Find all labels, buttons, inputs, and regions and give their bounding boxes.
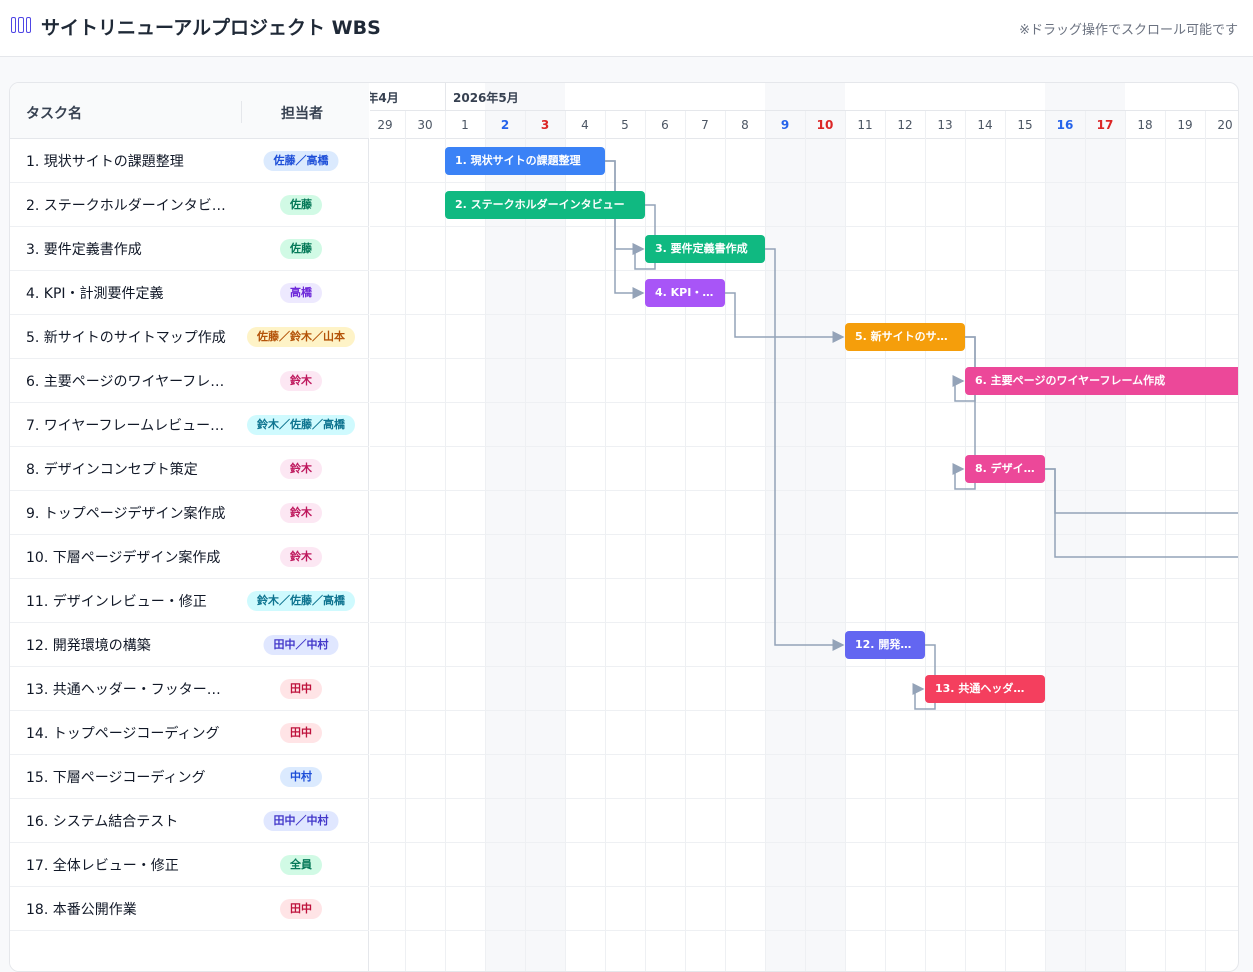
task-name: 1. 現状サイトの課題整理 xyxy=(26,154,184,170)
task-name: 7. ワイヤーフレームレビュー… xyxy=(26,418,225,434)
task-list: タスク名 担当者 1. 現状サイトの課題整理 佐藤／高橋 2. ステークホルダーイン… xyxy=(10,83,369,971)
task-row[interactable]: 15. 下層ページコーディング 中村 xyxy=(10,755,369,799)
task-name: 15. 下層ページコーディング xyxy=(26,770,206,786)
task-name: 8. デザインコンセプト策定 xyxy=(26,462,198,478)
dependency-arrow xyxy=(1045,468,1238,514)
task-bar[interactable]: 1. 現状サイトの課題整理 xyxy=(445,147,605,175)
task-row[interactable]: 16. システム結合テスト 田中／中村 xyxy=(10,799,369,843)
owner-badge: 田中／中村 xyxy=(263,811,339,831)
owner-badge: 高橋 xyxy=(280,283,322,303)
dependency-arrow xyxy=(725,292,845,343)
task-bar[interactable]: 8. デザイ… xyxy=(965,455,1045,483)
task-bar[interactable]: 6. 主要ページのワイヤーフレーム作成 xyxy=(965,367,1238,395)
task-list-header: タスク名 担当者 xyxy=(10,83,369,139)
page-title: サイトリニューアルプロジェクト WBS xyxy=(41,17,381,39)
owner-badge: 鈴木 xyxy=(280,503,322,523)
task-row[interactable]: 1. 現状サイトの課題整理 佐藤／高橋 xyxy=(10,139,369,183)
task-row[interactable]: 18. 本番公開作業 田中 xyxy=(10,887,369,931)
task-row[interactable]: 2. ステークホルダーインタビ… 佐藤 xyxy=(10,183,369,227)
task-row[interactable]: 3. 要件定義書作成 佐藤 xyxy=(10,227,369,271)
task-name: 5. 新サイトのサイトマップ作成 xyxy=(26,330,226,346)
dependency-arrow xyxy=(605,160,645,299)
task-row[interactable]: 10. 下層ページデザイン案作成 鈴木 xyxy=(10,535,369,579)
task-bar[interactable]: 3. 要件定義書作成 xyxy=(645,235,765,263)
gantt-panel: タスク名 担当者 1. 現状サイトの課題整理 佐藤／高橋 2. ステークホルダーイン… xyxy=(9,82,1239,972)
owner-badge: 田中 xyxy=(280,723,322,743)
owner-badge: 鈴木 xyxy=(280,547,322,567)
task-row[interactable]: 4. KPI・計測要件定義 高橋 xyxy=(10,271,369,315)
task-bar[interactable]: 4. KPI・… xyxy=(645,279,725,307)
scroll-hint: ※ドラッグ操作でスクロール可能です xyxy=(1019,23,1238,38)
owner-badge: 田中 xyxy=(280,899,322,919)
timeline-viewport[interactable]: 2026年4月2026年5月 2829301234567891011121314… xyxy=(370,83,1238,971)
app-header: サイトリニューアルプロジェクト WBS ※ドラッグ操作でスクロール可能です xyxy=(0,0,1253,57)
owner-badge: 中村 xyxy=(280,767,322,787)
task-name: 16. システム結合テスト xyxy=(26,814,179,830)
task-row[interactable]: 12. 開発環境の構築 田中／中村 xyxy=(10,623,369,667)
owner-badge: 田中 xyxy=(280,679,322,699)
column-header-owner: 担当者 xyxy=(281,106,323,122)
task-name: 3. 要件定義書作成 xyxy=(26,242,142,258)
task-bar[interactable]: 12. 開発… xyxy=(845,631,925,659)
task-name: 4. KPI・計測要件定義 xyxy=(26,286,164,302)
task-row[interactable]: 6. 主要ページのワイヤーフレ… 鈴木 xyxy=(10,359,369,403)
task-name: 12. 開発環境の構築 xyxy=(26,638,151,654)
column-header-task: タスク名 xyxy=(26,106,82,122)
task-name: 14. トップページコーディング xyxy=(26,726,220,742)
task-name: 17. 全体レビュー・修正 xyxy=(26,858,179,874)
timeline[interactable]: 2026年4月2026年5月 2829301234567891011121314… xyxy=(370,83,1238,971)
task-name: 6. 主要ページのワイヤーフレ… xyxy=(26,374,225,390)
task-row[interactable]: 11. デザインレビュー・修正 鈴木／佐藤／高橋 xyxy=(10,579,369,623)
task-row[interactable]: 7. ワイヤーフレームレビュー… 鈴木／佐藤／高橋 xyxy=(10,403,369,447)
owner-badge: 鈴木／佐藤／高橋 xyxy=(247,591,355,611)
task-name: 13. 共通ヘッダー・フッター… xyxy=(26,682,221,698)
task-row[interactable]: 5. 新サイトのサイトマップ作成 佐藤／鈴木／山本 xyxy=(10,315,369,359)
column-divider xyxy=(241,101,242,123)
owner-badge: 鈴木／佐藤／高橋 xyxy=(247,415,355,435)
task-row[interactable]: 17. 全体レビュー・修正 全員 xyxy=(10,843,369,887)
task-name: 2. ステークホルダーインタビ… xyxy=(26,198,226,214)
task-name: 11. デザインレビュー・修正 xyxy=(26,594,207,610)
task-row[interactable]: 8. デザインコンセプト策定 鈴木 xyxy=(10,447,369,491)
task-name: 9. トップページデザイン案作成 xyxy=(26,506,226,522)
owner-badge: 佐藤 xyxy=(280,195,322,215)
owner-badge: 佐藤／鈴木／山本 xyxy=(247,327,355,347)
task-bar[interactable]: 13. 共通ヘッダー… xyxy=(925,675,1045,703)
task-bar[interactable]: 5. 新サイトのサ… xyxy=(845,323,965,351)
task-name: 10. 下層ページデザイン案作成 xyxy=(26,550,221,566)
columns-icon xyxy=(11,17,31,33)
task-bar[interactable]: 2. ステークホルダーインタビュー xyxy=(445,191,645,219)
owner-badge: 鈴木 xyxy=(280,459,322,479)
task-row[interactable]: 13. 共通ヘッダー・フッター… 田中 xyxy=(10,667,369,711)
owner-badge: 佐藤／高橋 xyxy=(263,151,339,171)
dependency-arrow xyxy=(765,248,845,651)
task-name: 18. 本番公開作業 xyxy=(26,902,137,918)
owner-badge: 鈴木 xyxy=(280,371,322,391)
task-row[interactable]: 14. トップページコーディング 田中 xyxy=(10,711,369,755)
owner-badge: 全員 xyxy=(280,855,322,875)
owner-badge: 佐藤 xyxy=(280,239,322,259)
task-row[interactable]: 9. トップページデザイン案作成 鈴木 xyxy=(10,491,369,535)
owner-badge: 田中／中村 xyxy=(263,635,339,655)
